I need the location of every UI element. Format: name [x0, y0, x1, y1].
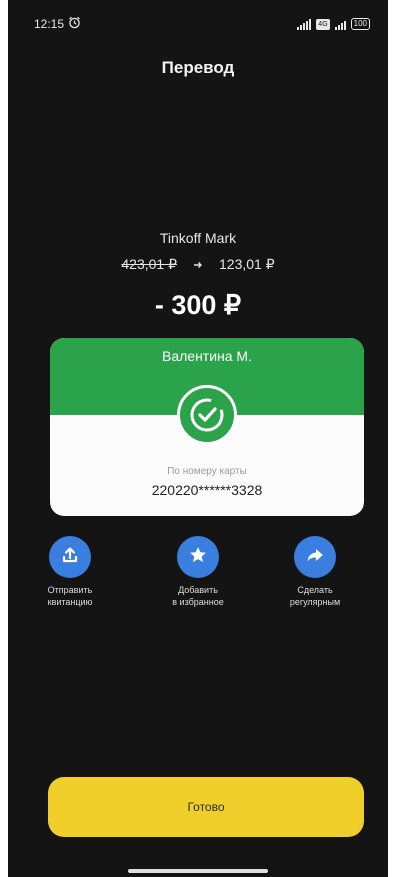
make-recurring-action[interactable]: Сделать регулярным [265, 536, 365, 608]
forward-arrow-icon [305, 545, 325, 570]
arrow-right-icon [193, 257, 203, 273]
make-recurring-label: Сделать регулярным [289, 585, 341, 607]
recipient-card: Валентина М. По номеру карты 220220*****… [50, 338, 364, 516]
page-title: Перевод [161, 58, 235, 77]
status-left: 12:15 [34, 16, 81, 32]
done-button[interactable]: Готово [48, 777, 364, 837]
status-time: 12:15 [34, 17, 65, 31]
balance-after: 123,01 ₽ [219, 256, 275, 272]
status-bar: 12:15 4G 100 [8, 14, 388, 34]
second-signal-icon [334, 19, 346, 30]
network-type-badge: 4G [316, 18, 330, 30]
card-number: 220220******3328 [151, 482, 263, 498]
recipient-name: Валентина М. [161, 348, 252, 364]
balance-change: 423,01 ₽ 123,01 ₽ [8, 256, 388, 273]
transfer-amount: - 300 ₽ [154, 290, 242, 320]
alarm-icon [68, 16, 81, 32]
add-favorite-button[interactable] [177, 536, 219, 578]
add-favorite-action[interactable]: Добавить в избранное [148, 536, 248, 608]
balance-before: 423,01 ₽ [121, 256, 177, 272]
send-receipt-action[interactable]: Отправить квитанцию [20, 536, 120, 608]
star-icon [188, 545, 208, 570]
action-row: Отправить квитанцию Добавить в избранное [8, 536, 388, 616]
battery-icon: 100 [350, 18, 370, 30]
success-check-icon [177, 385, 237, 445]
upload-icon [60, 545, 80, 570]
add-favorite-label: Добавить в избранное [172, 585, 224, 607]
home-indicator[interactable] [128, 869, 268, 873]
card-caption: По номеру карты [167, 466, 247, 477]
send-receipt-label: Отправить квитанцию [47, 585, 93, 607]
signal-strength-icon [297, 18, 312, 30]
account-name: Tinkoff Mark [159, 230, 237, 246]
status-right: 4G 100 [297, 18, 370, 30]
make-recurring-button[interactable] [294, 536, 336, 578]
phone-screen: 12:15 4G 100 Перевод Tinkoff Mark 423,01… [8, 0, 388, 877]
send-receipt-button[interactable] [49, 536, 91, 578]
